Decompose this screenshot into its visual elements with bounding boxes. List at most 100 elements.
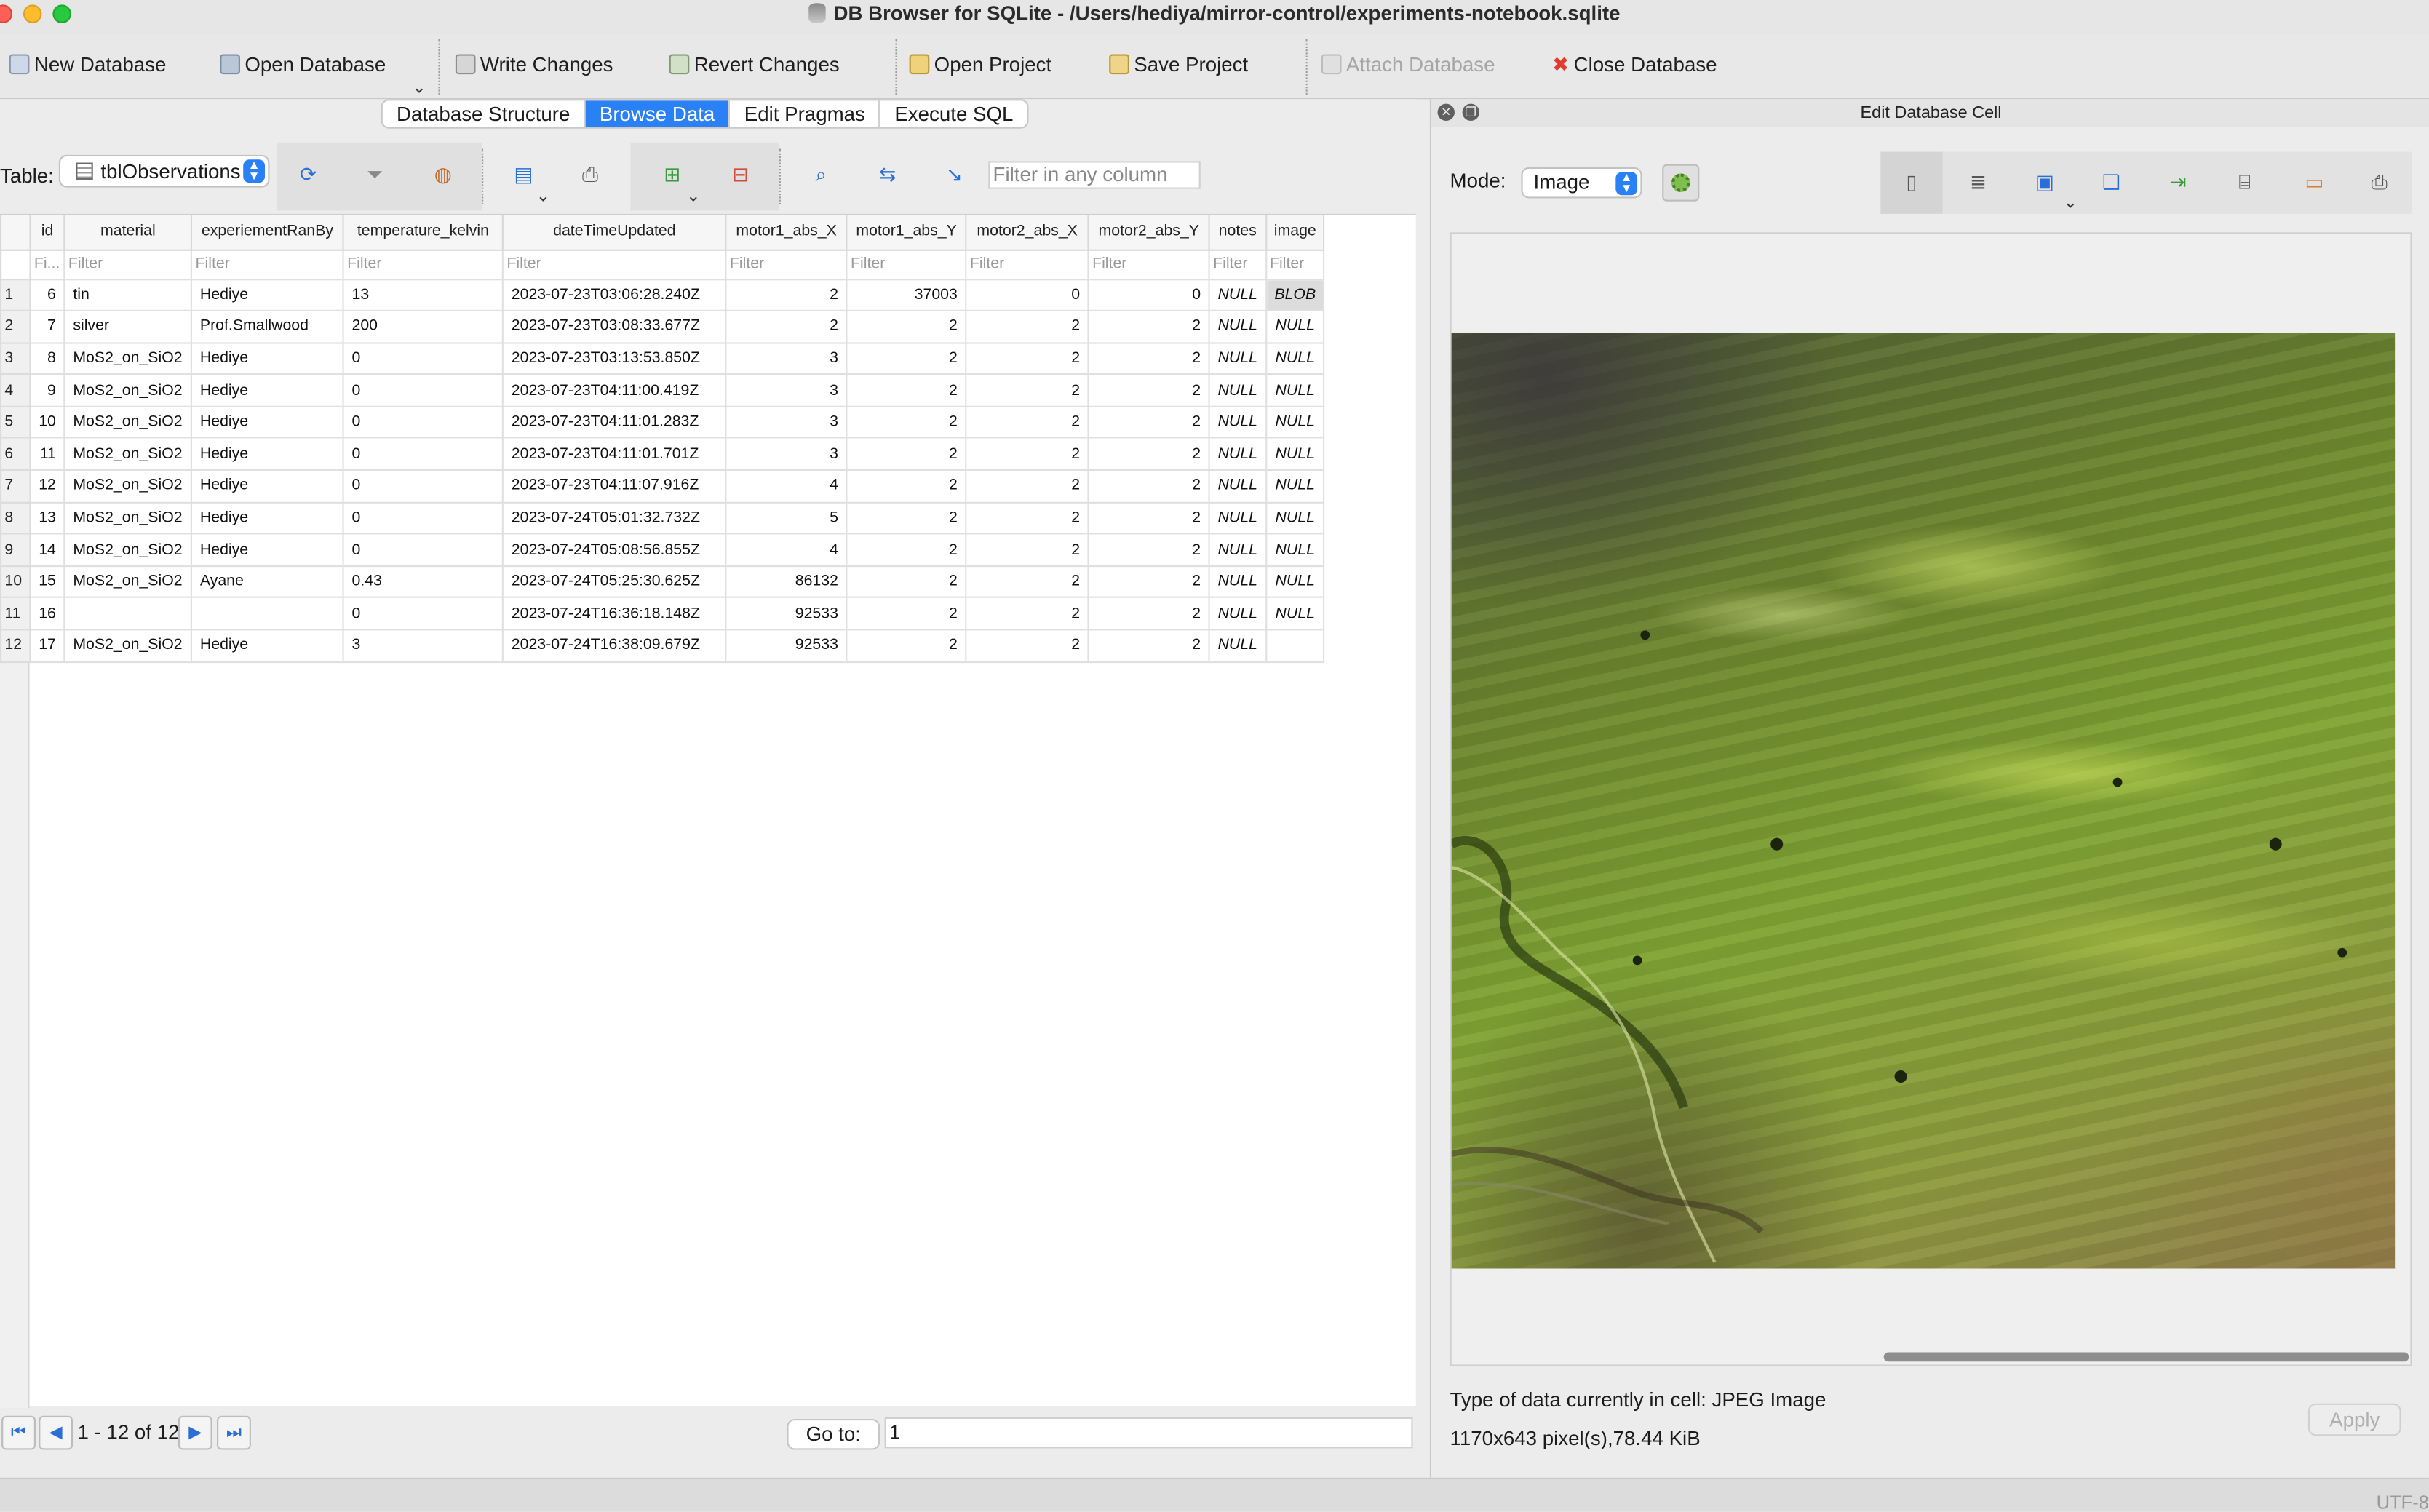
open-database-button[interactable]: Open Database — [220, 52, 386, 77]
delete-cell-icon[interactable]: ▭ — [2297, 166, 2331, 200]
table-cell[interactable]: 2 — [1087, 309, 1210, 343]
table-row[interactable]: 5 10 MoS2_on_SiO2 Hediye 0 2023-07-23T04:11:0… — [0, 405, 1325, 439]
goto-button[interactable]: Go to: — [787, 1418, 880, 1450]
image-viewer[interactable] — [1450, 232, 2412, 1366]
table-row[interactable]: 7 12 MoS2_on_SiO2 Hediye 0 2023-07-23T04:11:0… — [0, 469, 1325, 504]
table-cell[interactable]: 0 — [342, 373, 504, 407]
table-cell[interactable]: 2 — [1087, 341, 1210, 375]
table-row[interactable]: 12 17 MoS2_on_SiO2 Hediye 3 2023-07-24T16:38:… — [0, 629, 1325, 663]
table-cell[interactable]: NULL — [1208, 469, 1267, 504]
word-wrap-icon[interactable]: ▯ — [1880, 151, 1943, 214]
close-database-button[interactable]: ✖ Close Database — [1552, 52, 1717, 77]
column-filter-input[interactable]: Filter — [191, 248, 344, 280]
table-cell[interactable]: 0.43 — [342, 565, 504, 599]
table-cell[interactable]: MoS2_on_SiO2 — [63, 629, 193, 663]
table-row[interactable]: 2 7 silver Prof.Smallwood 200 2023-07-23T03:0… — [0, 309, 1325, 343]
table-cell[interactable]: NULL — [1265, 373, 1325, 407]
table-cell[interactable]: 2023-07-24T05:01:32.732Z — [501, 501, 727, 535]
print-icon[interactable]: ⎙ — [570, 155, 610, 195]
table-cell[interactable]: 0 — [342, 501, 504, 535]
table-cell[interactable]: 2023-07-23T04:11:07.916Z — [501, 469, 727, 504]
tab-edit-pragmas[interactable]: Edit Pragmas — [731, 100, 881, 127]
table-cell[interactable]: 2023-07-23T04:11:00.419Z — [501, 373, 727, 407]
table-cell[interactable] — [191, 597, 344, 631]
table-cell[interactable]: 2 — [846, 373, 967, 407]
table-cell[interactable]: 2 — [965, 405, 1089, 439]
column-filter-input[interactable]: Filter — [1087, 248, 1210, 280]
table-cell[interactable]: Hediye — [191, 501, 344, 535]
previous-page-icon[interactable]: ◀ — [39, 1415, 73, 1450]
table-cell[interactable]: 2 — [1087, 405, 1210, 439]
write-changes-button[interactable]: Write Changes — [455, 52, 613, 77]
horizontal-scrollbar[interactable] — [1883, 1352, 2409, 1362]
column-header[interactable]: motor2_abs_Y — [1087, 215, 1210, 250]
column-header[interactable]: image — [1265, 215, 1325, 250]
table-cell[interactable]: 0 — [342, 437, 504, 471]
save-table-dropdown-chevron-icon[interactable]: ⌄ — [536, 186, 551, 207]
table-row[interactable]: 1 6 tin Hediye 13 2023-07-23T03:06:28.240Z 2 37… — [0, 278, 1325, 312]
table-cell[interactable]: NULL — [1208, 501, 1267, 535]
table-cell[interactable]: 2 — [1087, 373, 1210, 407]
table-cell[interactable] — [63, 597, 193, 631]
table-cell[interactable]: 2023-07-24T16:36:18.148Z — [501, 597, 727, 631]
table-cell[interactable]: 15 — [29, 565, 65, 599]
table-cell[interactable]: 0 — [342, 341, 504, 375]
mode-select[interactable]: Image ▲ ▼ — [1521, 167, 1642, 199]
attach-database-button[interactable]: Attach Database — [1321, 52, 1495, 77]
table-cell[interactable]: NULL — [1265, 437, 1325, 471]
table-cell[interactable]: 0 — [342, 469, 504, 504]
table-cell[interactable]: MoS2_on_SiO2 — [63, 533, 193, 567]
table-cell[interactable]: 0 — [342, 597, 504, 631]
column-filter-input[interactable]: Filter — [1208, 248, 1267, 280]
table-cell[interactable]: NULL — [1265, 469, 1325, 504]
table-cell[interactable]: 2023-07-24T16:38:09.679Z — [501, 629, 727, 663]
column-header[interactable]: dateTimeUpdated — [501, 215, 727, 250]
table-cell[interactable]: 2023-07-23T03:06:28.240Z — [501, 278, 727, 312]
table-cell[interactable]: 2 — [965, 629, 1089, 663]
table-cell[interactable]: 3 — [725, 437, 848, 471]
table-cell[interactable]: BLOB — [1265, 278, 1325, 312]
tab-execute-sql[interactable]: Execute SQL — [880, 100, 1027, 127]
table-cell[interactable]: 200 — [342, 309, 504, 343]
table-cell[interactable]: 13 — [342, 278, 504, 312]
column-filter-input[interactable]: Filter — [965, 248, 1089, 280]
next-page-icon[interactable]: ▶ — [178, 1415, 212, 1450]
table-cell[interactable]: MoS2_on_SiO2 — [63, 565, 193, 599]
column-header[interactable]: motor2_abs_X — [965, 215, 1089, 250]
table-cell[interactable]: 2 — [1087, 437, 1210, 471]
table-cell[interactable]: MoS2_on_SiO2 — [63, 405, 193, 439]
table-cell[interactable]: 2 — [846, 501, 967, 535]
table-cell[interactable]: NULL — [1208, 565, 1267, 599]
table-row[interactable]: 6 11 MoS2_on_SiO2 Hediye 0 2023-07-23T04:11:0… — [0, 437, 1325, 471]
table-cell[interactable]: Ayane — [191, 565, 344, 599]
table-cell[interactable]: 2 — [1087, 565, 1210, 599]
table-cell[interactable]: Hediye — [191, 373, 344, 407]
table-row[interactable]: 9 14 MoS2_on_SiO2 Hediye 0 2023-07-24T05:08:5… — [0, 533, 1325, 567]
column-filter-input[interactable]: Filter — [846, 248, 967, 280]
tab-browse-data[interactable]: Browse Data — [585, 100, 731, 127]
save-project-button[interactable]: Save Project — [1109, 52, 1248, 77]
table-cell[interactable]: 2 — [725, 309, 848, 343]
set-as-null-icon[interactable]: ⇥ — [2161, 166, 2195, 200]
table-cell[interactable]: 2 — [965, 341, 1089, 375]
table-cell[interactable]: 0 — [965, 278, 1089, 312]
table-cell[interactable]: 2023-07-23T03:13:53.850Z — [501, 341, 727, 375]
table-row[interactable]: 3 8 MoS2_on_SiO2 Hediye 0 2023-07-23T03:13:53… — [0, 341, 1325, 375]
column-filter-input[interactable]: Fi... — [29, 248, 65, 280]
table-cell[interactable]: 0 — [1087, 278, 1210, 312]
table-cell[interactable]: 2 — [846, 469, 967, 504]
last-page-icon[interactable]: ⏭ — [217, 1415, 251, 1450]
table-row[interactable]: 8 13 MoS2_on_SiO2 Hediye 0 2023-07-24T05:01:3… — [0, 501, 1325, 535]
tab-database-structure[interactable]: Database Structure — [383, 100, 586, 127]
table-cell[interactable]: 2 — [846, 309, 967, 343]
table-cell[interactable]: 3 — [725, 405, 848, 439]
save-filter-icon[interactable]: ◍ — [423, 155, 463, 195]
table-cell[interactable]: MoS2_on_SiO2 — [63, 469, 193, 504]
table-cell[interactable]: 4 — [725, 469, 848, 504]
find-icon[interactable]: ⌕ — [801, 155, 841, 195]
table-cell[interactable]: 0 — [342, 533, 504, 567]
open-project-button[interactable]: Open Project — [909, 52, 1051, 77]
goto-cell-icon[interactable]: ↘ — [934, 155, 974, 195]
table-cell[interactable]: 9 — [29, 373, 65, 407]
table-cell[interactable]: tin — [63, 278, 193, 312]
